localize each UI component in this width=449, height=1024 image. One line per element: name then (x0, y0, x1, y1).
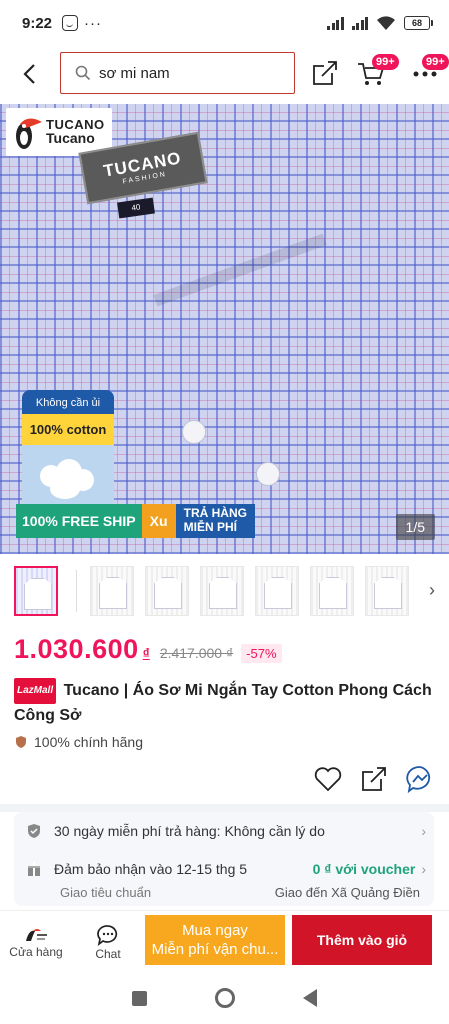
shield-check-icon (28, 824, 40, 838)
delivery-detail: Giao tiêu chuẩn Giao đến Xã Quảng Điền (60, 882, 420, 902)
chat-button[interactable]: Chat (80, 917, 136, 967)
battery-icon: 68 (404, 16, 433, 30)
wishlist-heart-icon[interactable] (313, 764, 343, 794)
thumbnail[interactable] (255, 566, 299, 616)
product-page: 9:22 ··· 68 sơ mi nam 99+ 99+ TUCANO Tuc… (0, 0, 449, 1024)
add-to-cart-button[interactable]: Thêm vào giỏ (292, 915, 432, 965)
deliver-to-location: Giao đến Xã Quảng Điền (274, 884, 420, 900)
return-policy-row[interactable]: 30 ngày miễn phí trả hàng: Không cần lý … (26, 816, 426, 846)
app-notification-icon (62, 15, 79, 31)
price-row: 1.030.600 ₫ 2.417.000 ₫ -57% (14, 634, 434, 665)
cart-badge: 99+ (372, 54, 399, 70)
search-icon (75, 65, 91, 81)
thumbnail[interactable] (145, 566, 189, 616)
collar-fold (153, 233, 327, 307)
brand-name: TUCANO (46, 116, 105, 132)
status-time: 9:22 (22, 14, 53, 32)
thumbnail[interactable] (14, 566, 58, 616)
status-bar: 9:22 ··· 68 (0, 0, 449, 46)
signal-icon-2 (351, 16, 368, 30)
shirt-button (256, 462, 280, 486)
buy-now-button[interactable]: Mua ngay Miễn phí vận chu... (145, 915, 285, 965)
currency-symbol: ₫ (142, 645, 150, 661)
original-price: 2.417.000 ₫ (159, 645, 234, 661)
product-actions (313, 764, 435, 794)
share-icon (313, 61, 337, 85)
xu-badge: Xu (141, 504, 176, 538)
wifi-icon (377, 16, 395, 30)
recent-apps-icon[interactable] (132, 990, 147, 1006)
back-button[interactable] (8, 52, 52, 96)
thumbnail[interactable] (200, 566, 244, 616)
free-ship-badge: 100% FREE SHIP (16, 504, 142, 538)
service-info: 30 ngày miễn phí trả hàng: Không cần lý … (14, 812, 434, 906)
thumbnail-strip: › (0, 566, 449, 624)
authentic-badge: 100% chính hãng (14, 734, 143, 750)
chevron-right-icon: › (421, 823, 426, 839)
free-return-badge: TRẢ HÀNG MIỄN PHÍ (175, 504, 255, 538)
thumbnail[interactable] (310, 566, 354, 616)
search-input[interactable] (99, 64, 279, 82)
store-button[interactable]: Cửa hàng (8, 917, 64, 967)
promo-no-iron: Không cần ủi (22, 390, 114, 414)
more-badge: 99+ (422, 54, 449, 70)
product-title: LazMall Tucano | Áo Sơ Mi Ngắn Tay Cotto… (14, 678, 434, 728)
more-notifications-icon: ··· (84, 14, 103, 32)
top-header: 99+ 99+ (0, 46, 449, 102)
more-menu-button[interactable]: 99+ (410, 54, 449, 88)
product-image-gallery[interactable]: TUCANO Tucano TUCANO FASHION 40 Không cầ… (0, 104, 449, 554)
shirt-button (182, 420, 206, 444)
share-header-button[interactable] (310, 58, 340, 88)
bottom-action-bar: Cửa hàng Chat Mua ngay Miễn phí vận chu.… (0, 910, 449, 972)
promo-cotton: 100% cotton (22, 414, 114, 445)
delivery-row[interactable]: Đảm bảo nhận vào 12-15 thg 5 0 ₫ với vou… (26, 858, 426, 880)
back-arrow-icon (23, 64, 35, 84)
home-icon[interactable] (215, 988, 235, 1008)
system-nav-bar (0, 972, 449, 1024)
search-bar[interactable] (60, 52, 295, 94)
toucan-logo-icon (16, 118, 42, 149)
product-title-text: Tucano | Áo Sơ Mi Ngắn Tay Cotton Phong … (14, 682, 432, 724)
shipping-promo-band: 100% FREE SHIP Xu TRẢ HÀNG MIỄN PHÍ (16, 504, 255, 538)
thumbnail[interactable] (90, 566, 134, 616)
share-icon[interactable] (359, 764, 389, 794)
back-triangle-icon[interactable] (303, 989, 317, 1007)
current-price: 1.030.600 (14, 634, 139, 664)
thumbnail[interactable] (365, 566, 409, 616)
brand-subname: Tucano (46, 130, 95, 147)
size-tag: 40 (117, 197, 155, 219)
package-icon (28, 862, 40, 876)
image-counter: 1/5 (395, 514, 435, 540)
voucher-text: 0 ₫ với voucher (312, 861, 416, 877)
discount-badge: -57% (241, 644, 282, 663)
lazmall-badge: LazMall (14, 678, 57, 704)
chat-icon (97, 925, 118, 947)
thumbnail-next-icon[interactable]: › (429, 580, 435, 601)
store-logo-icon (26, 929, 47, 941)
delivery-standard: Giao tiêu chuẩn (60, 884, 152, 900)
messenger-icon[interactable] (405, 764, 435, 794)
shield-icon (16, 736, 26, 748)
section-divider (0, 804, 449, 812)
chevron-right-icon: › (421, 861, 426, 877)
cart-button[interactable]: 99+ (356, 54, 399, 88)
signal-icon (327, 16, 344, 30)
